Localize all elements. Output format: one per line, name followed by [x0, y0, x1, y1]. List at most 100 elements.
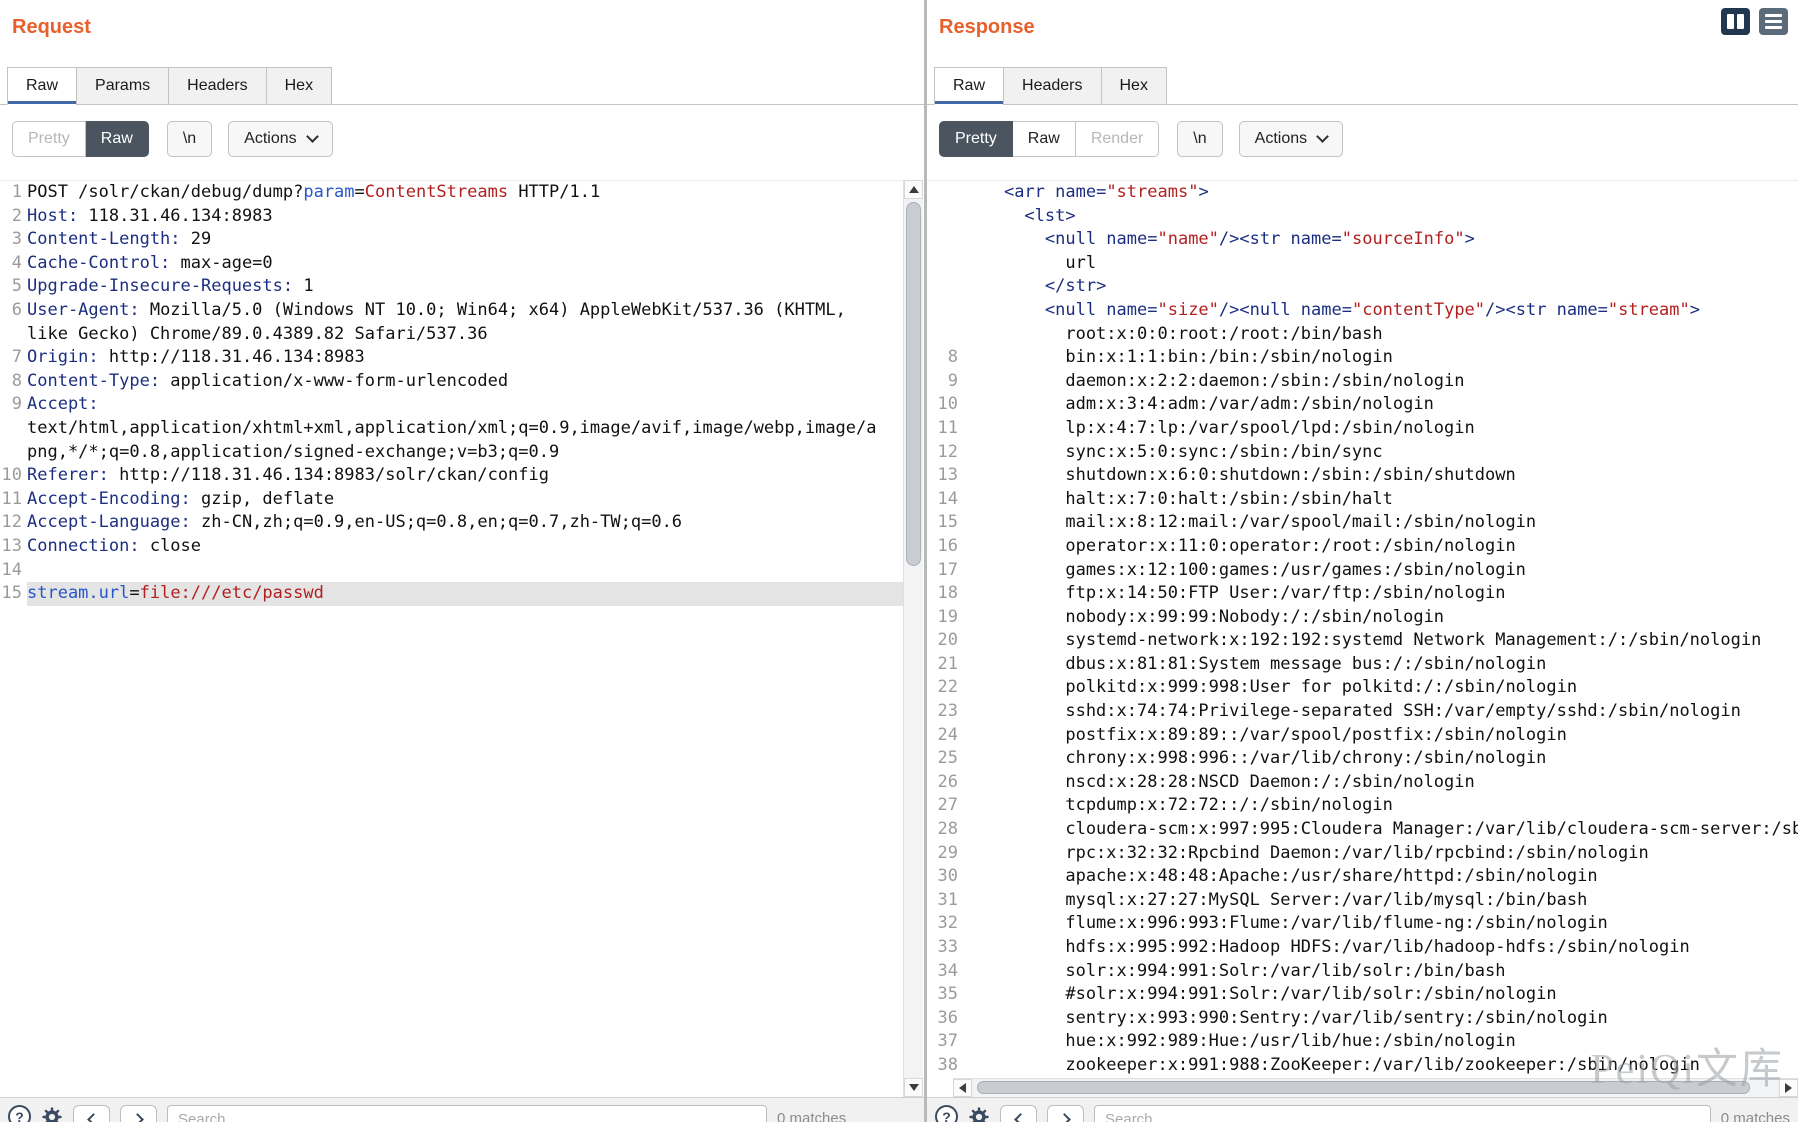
scroll-up-button[interactable]: [904, 180, 923, 199]
code-line: png,*/*;q=0.8,application/signed-exchang…: [0, 441, 903, 465]
code-line: 37 hue:x:992:989:Hue:/usr/lib/hue:/sbin/…: [927, 1030, 1798, 1054]
line-number: 14: [0, 559, 27, 583]
code-line: like Gecko) Chrome/89.0.4389.82 Safari/5…: [0, 323, 903, 347]
response-toolbar-buttons: \n Actions: [1177, 121, 1343, 157]
code-line: 36 sentry:x:993:990:Sentry:/var/lib/sent…: [927, 1007, 1798, 1031]
help-icon[interactable]: ?: [935, 1105, 958, 1122]
pretty-raw-render-toggle-group: PrettyRawRender: [939, 121, 1159, 157]
tab-params[interactable]: Params: [76, 67, 169, 105]
code-line: 27 tcpdump:x:72:72::/:/sbin/nologin: [927, 794, 1798, 818]
scrollbar-thumb[interactable]: [977, 1081, 1750, 1094]
search-next-button[interactable]: [120, 1105, 157, 1122]
triangle-up-icon: [909, 186, 919, 193]
search-next-button[interactable]: [1047, 1105, 1084, 1122]
scroll-down-button[interactable]: [904, 1078, 923, 1097]
search-prev-button[interactable]: [73, 1105, 110, 1122]
gear-icon[interactable]: [41, 1106, 63, 1122]
tab-raw[interactable]: Raw: [7, 67, 77, 105]
line-number: [927, 205, 963, 229]
line-number: 2: [0, 205, 27, 229]
gear-icon[interactable]: [968, 1106, 990, 1122]
code-line: 10 adm:x:3:4:adm:/var/adm:/sbin/nologin: [927, 393, 1798, 417]
triangle-right-icon: [1785, 1083, 1792, 1093]
tab-headers[interactable]: Headers: [168, 67, 266, 105]
tab-headers[interactable]: Headers: [1003, 67, 1101, 105]
code-line: 26 nscd:x:28:28:NSCD Daemon:/:/sbin/nolo…: [927, 771, 1798, 795]
line-number: 7: [0, 346, 27, 370]
code-line: 31 mysql:x:27:27:MySQL Server:/var/lib/m…: [927, 889, 1798, 913]
line-number: 13: [0, 535, 27, 559]
code-line: <lst>: [927, 205, 1798, 229]
search-prev-button[interactable]: [1000, 1105, 1037, 1122]
actions-button[interactable]: Actions: [228, 121, 332, 157]
line-number: 15: [927, 511, 963, 535]
line-number: 19: [927, 606, 963, 630]
code-line: 32 flume:x:996:993:Flume:/var/lib/flume-…: [927, 912, 1798, 936]
line-number: [0, 441, 27, 465]
line-number: [927, 252, 963, 276]
request-search-matches: 0 matches: [777, 1105, 846, 1122]
line-number: 34: [927, 960, 963, 984]
code-line: url: [927, 252, 1798, 276]
scroll-right-button[interactable]: [1779, 1079, 1798, 1097]
line-number: [927, 299, 963, 323]
code-line: 4Cache-Control: max-age=0: [0, 252, 903, 276]
line-number: [927, 323, 963, 347]
code-line: 34 solr:x:994:991:Solr:/var/lib/solr:/bi…: [927, 960, 1798, 984]
tab-raw[interactable]: Raw: [934, 67, 1004, 105]
code-line: 38 zookeeper:x:991:988:ZooKeeper:/var/li…: [927, 1054, 1798, 1078]
line-number: 20: [927, 629, 963, 653]
raw-button[interactable]: Raw: [1013, 121, 1076, 157]
response-search-input[interactable]: [1094, 1105, 1711, 1122]
line-number: 36: [927, 1007, 963, 1031]
request-editor[interactable]: 1POST /solr/ckan/debug/dump?param=Conten…: [0, 180, 903, 606]
request-search-input[interactable]: [167, 1105, 767, 1122]
request-tabs: RawParamsHeadersHex: [0, 62, 924, 105]
code-line: <null name="size"/><null name="contentTy…: [927, 299, 1798, 323]
line-number: 25: [927, 747, 963, 771]
scroll-left-button[interactable]: [953, 1079, 972, 1097]
actions-button[interactable]: Actions: [1239, 121, 1343, 157]
triangle-down-icon: [909, 1084, 919, 1091]
code-line: 35 #solr:x:994:991:Solr:/var/lib/solr:/s…: [927, 983, 1798, 1007]
line-number: 18: [927, 582, 963, 606]
newline-button[interactable]: \n: [167, 121, 212, 157]
newline-button[interactable]: \n: [1177, 121, 1222, 157]
triangle-left-icon: [959, 1083, 966, 1093]
code-line: 24 postfix:x:89:89::/var/spool/postfix:/…: [927, 724, 1798, 748]
response-horizontal-scrollbar[interactable]: [953, 1078, 1798, 1097]
chevron-left-icon: [87, 1113, 100, 1122]
pretty-button[interactable]: Pretty: [939, 121, 1013, 157]
line-number: 8: [927, 346, 963, 370]
code-line: 7Origin: http://118.31.46.134:8983: [0, 346, 903, 370]
tab-hex[interactable]: Hex: [1101, 67, 1167, 105]
response-search-matches: 0 matches: [1721, 1105, 1790, 1122]
scrollbar-thumb[interactable]: [906, 202, 921, 566]
columns-view-icon[interactable]: [1721, 8, 1750, 35]
code-line: 23 sshd:x:74:74:Privilege-separated SSH:…: [927, 700, 1798, 724]
code-line: 28 cloudera-scm:x:997:995:Cloudera Manag…: [927, 818, 1798, 842]
request-vertical-scrollbar[interactable]: [903, 180, 923, 1097]
code-line: <null name="name"/><str name="sourceInfo…: [927, 228, 1798, 252]
code-line: 29 rpc:x:32:32:Rpcbind Daemon:/var/lib/r…: [927, 842, 1798, 866]
request-toolbar-buttons: \n Actions: [167, 121, 333, 157]
line-number: 28: [927, 818, 963, 842]
code-line: 20 systemd-network:x:192:192:systemd Net…: [927, 629, 1798, 653]
stacked-view-icon[interactable]: [1759, 8, 1788, 35]
code-line: 10Referer: http://118.31.46.134:8983/sol…: [0, 464, 903, 488]
layout-toggle-group: [1721, 8, 1788, 35]
line-number: 27: [927, 794, 963, 818]
code-line: 11 lp:x:4:7:lp:/var/spool/lpd:/sbin/nolo…: [927, 417, 1798, 441]
chevron-left-icon: [1014, 1113, 1027, 1122]
help-icon[interactable]: ?: [8, 1105, 31, 1122]
line-number: 8: [0, 370, 27, 394]
request-search-bar: ? 0 matches: [0, 1097, 924, 1122]
code-line: </str>: [927, 275, 1798, 299]
line-number: 32: [927, 912, 963, 936]
burp-message-editor: Request RawParamsHeadersHex PrettyRaw \n…: [0, 0, 1798, 1122]
raw-button[interactable]: Raw: [86, 121, 149, 157]
line-number: 35: [927, 983, 963, 1007]
render-button: Render: [1076, 121, 1159, 157]
response-viewer[interactable]: <arr name="streams"> <lst> <null name="n…: [927, 180, 1798, 1078]
tab-hex[interactable]: Hex: [266, 67, 332, 105]
